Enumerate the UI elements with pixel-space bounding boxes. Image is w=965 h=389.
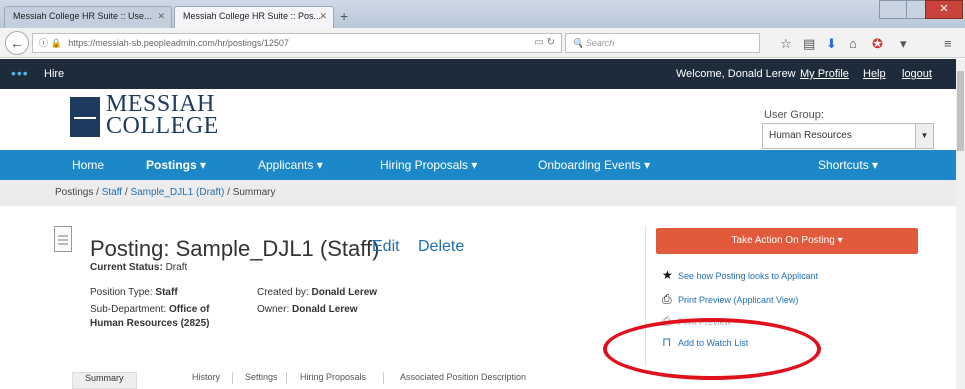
reader-view-icon[interactable]: ▭ bbox=[534, 37, 543, 48]
tab-associated-position[interactable]: Associated Position Description bbox=[400, 372, 526, 382]
extension-icon[interactable]: ✪ bbox=[872, 36, 883, 52]
browser-tab-bar: Messiah College HR Suite :: Use... ✕ Mes… bbox=[0, 0, 965, 28]
url-text: https://messiah-sb.peopleadmin.com/hr/po… bbox=[68, 38, 289, 48]
breadcrumb-current: Summary bbox=[232, 187, 276, 198]
printer-icon: ⎙ bbox=[662, 292, 672, 306]
star-icon: ★ bbox=[662, 268, 673, 282]
close-window-icon[interactable]: ✕ bbox=[925, 0, 963, 19]
app-top-bar: ••• Hire Welcome, Donald Lerew My Profil… bbox=[0, 59, 956, 89]
tab-separator bbox=[383, 372, 384, 384]
reload-icon[interactable]: ↻ bbox=[547, 37, 555, 48]
sub-department: Sub-Department: Office of Human Resource… bbox=[90, 304, 210, 329]
browser-tab-postings[interactable]: Messiah College HR Suite :: Pos... ✕ bbox=[174, 6, 334, 28]
nav-onboarding-events[interactable]: Onboarding Events ▾ bbox=[538, 158, 650, 172]
see-applicant-view-link[interactable]: ★ See how Posting looks to Applicant bbox=[662, 268, 818, 282]
dropdown-arrow-icon[interactable]: ▾ bbox=[900, 36, 907, 52]
tab-hiring-proposals[interactable]: Hiring Proposals bbox=[300, 372, 366, 382]
take-action-button[interactable]: Take Action On Posting ▾ bbox=[656, 228, 918, 254]
print-preview-applicant-link[interactable]: ⎙ Print Preview (Applicant View) bbox=[662, 292, 798, 307]
chevron-down-icon: ▼ bbox=[915, 124, 933, 148]
document-icon bbox=[54, 226, 72, 252]
my-profile-link[interactable]: My Profile bbox=[800, 68, 849, 80]
welcome-text: Welcome, Donald Lerew bbox=[676, 68, 796, 80]
tab-settings[interactable]: Settings bbox=[245, 372, 278, 382]
tab-separator bbox=[286, 372, 287, 384]
close-tab-icon[interactable]: ✕ bbox=[319, 11, 327, 22]
position-type: Position Type: Staff bbox=[90, 287, 178, 298]
nav-shortcuts[interactable]: Shortcuts ▾ bbox=[818, 158, 878, 172]
college-logo-text[interactable]: MESSIAH COLLEGE bbox=[106, 92, 219, 138]
browser-tab-label: Messiah College HR Suite :: Pos... bbox=[183, 11, 322, 21]
module-label[interactable]: Hire bbox=[44, 68, 64, 80]
annotation-ellipse bbox=[603, 318, 821, 380]
delete-link[interactable]: Delete bbox=[418, 238, 464, 256]
user-group-value: Human Resources bbox=[769, 130, 852, 141]
nav-hiring-proposals[interactable]: Hiring Proposals ▾ bbox=[380, 158, 477, 172]
app-header: MESSIAH COLLEGE User Group: Human Resour… bbox=[0, 89, 956, 149]
scrollbar-thumb[interactable] bbox=[957, 71, 964, 151]
maximize-window-icon[interactable] bbox=[906, 0, 926, 19]
tab-history[interactable]: History bbox=[192, 372, 220, 382]
tab-separator bbox=[232, 372, 233, 384]
help-link[interactable]: Help bbox=[863, 68, 886, 80]
created-by: Created by: Donald Lerew bbox=[257, 287, 378, 298]
new-tab-button[interactable]: + bbox=[340, 8, 348, 24]
browser-tab-label: Messiah College HR Suite :: Use... bbox=[13, 11, 152, 21]
page-scrollbar[interactable] bbox=[956, 59, 965, 389]
bookmark-star-icon[interactable]: ☆ bbox=[780, 36, 792, 52]
lock-icon: 🔒 bbox=[50, 38, 62, 48]
user-group-select[interactable]: Human Resources ▼ bbox=[762, 123, 934, 149]
close-tab-icon[interactable]: ✕ bbox=[157, 11, 165, 22]
nav-home[interactable]: Home bbox=[72, 158, 104, 172]
reading-list-icon[interactable]: ▤ bbox=[803, 36, 815, 52]
search-icon: 🔍 bbox=[572, 38, 584, 48]
browser-search-input[interactable]: 🔍 Search bbox=[565, 33, 760, 53]
hamburger-menu-icon[interactable]: ≡ bbox=[944, 36, 952, 51]
breadcrumb-postings[interactable]: Postings bbox=[55, 187, 93, 198]
nav-applicants[interactable]: Applicants ▾ bbox=[258, 158, 323, 172]
browser-toolbar: ← ⓘ 🔒 https://messiah-sb.peopleadmin.com… bbox=[0, 28, 965, 58]
minimize-window-icon[interactable] bbox=[879, 0, 907, 19]
home-icon[interactable]: ⌂ bbox=[849, 36, 857, 51]
breadcrumb-posting[interactable]: Sample_DJL1 (Draft) bbox=[130, 187, 224, 198]
user-group-label: User Group: bbox=[764, 109, 824, 121]
college-logo-icon[interactable] bbox=[70, 97, 100, 137]
download-icon[interactable]: ⬇ bbox=[826, 36, 837, 52]
breadcrumb: Postings / Staff / Sample_DJL1 (Draft) /… bbox=[0, 180, 956, 206]
main-nav: Home Postings ▾ Applicants ▾ Hiring Prop… bbox=[0, 150, 956, 180]
current-status: Current Status: Draft bbox=[90, 262, 188, 273]
nav-postings[interactable]: Postings ▾ bbox=[146, 158, 206, 172]
search-placeholder: Search bbox=[585, 38, 615, 48]
info-icon: ⓘ bbox=[39, 38, 49, 48]
breadcrumb-staff[interactable]: Staff bbox=[102, 187, 122, 198]
address-bar[interactable]: ⓘ 🔒 https://messiah-sb.peopleadmin.com/h… bbox=[32, 33, 562, 53]
logout-link[interactable]: logout bbox=[902, 68, 932, 80]
edit-link[interactable]: Edit bbox=[372, 238, 400, 256]
apps-menu-icon[interactable]: ••• bbox=[11, 65, 29, 81]
browser-tab-users[interactable]: Messiah College HR Suite :: Use... ✕ bbox=[4, 6, 172, 28]
owner: Owner: Donald Lerew bbox=[257, 304, 358, 315]
page-title: Posting: Sample_DJL1 (Staff) bbox=[90, 236, 380, 261]
back-arrow-icon[interactable]: ← bbox=[5, 31, 29, 55]
tab-summary[interactable]: Summary bbox=[72, 372, 137, 389]
